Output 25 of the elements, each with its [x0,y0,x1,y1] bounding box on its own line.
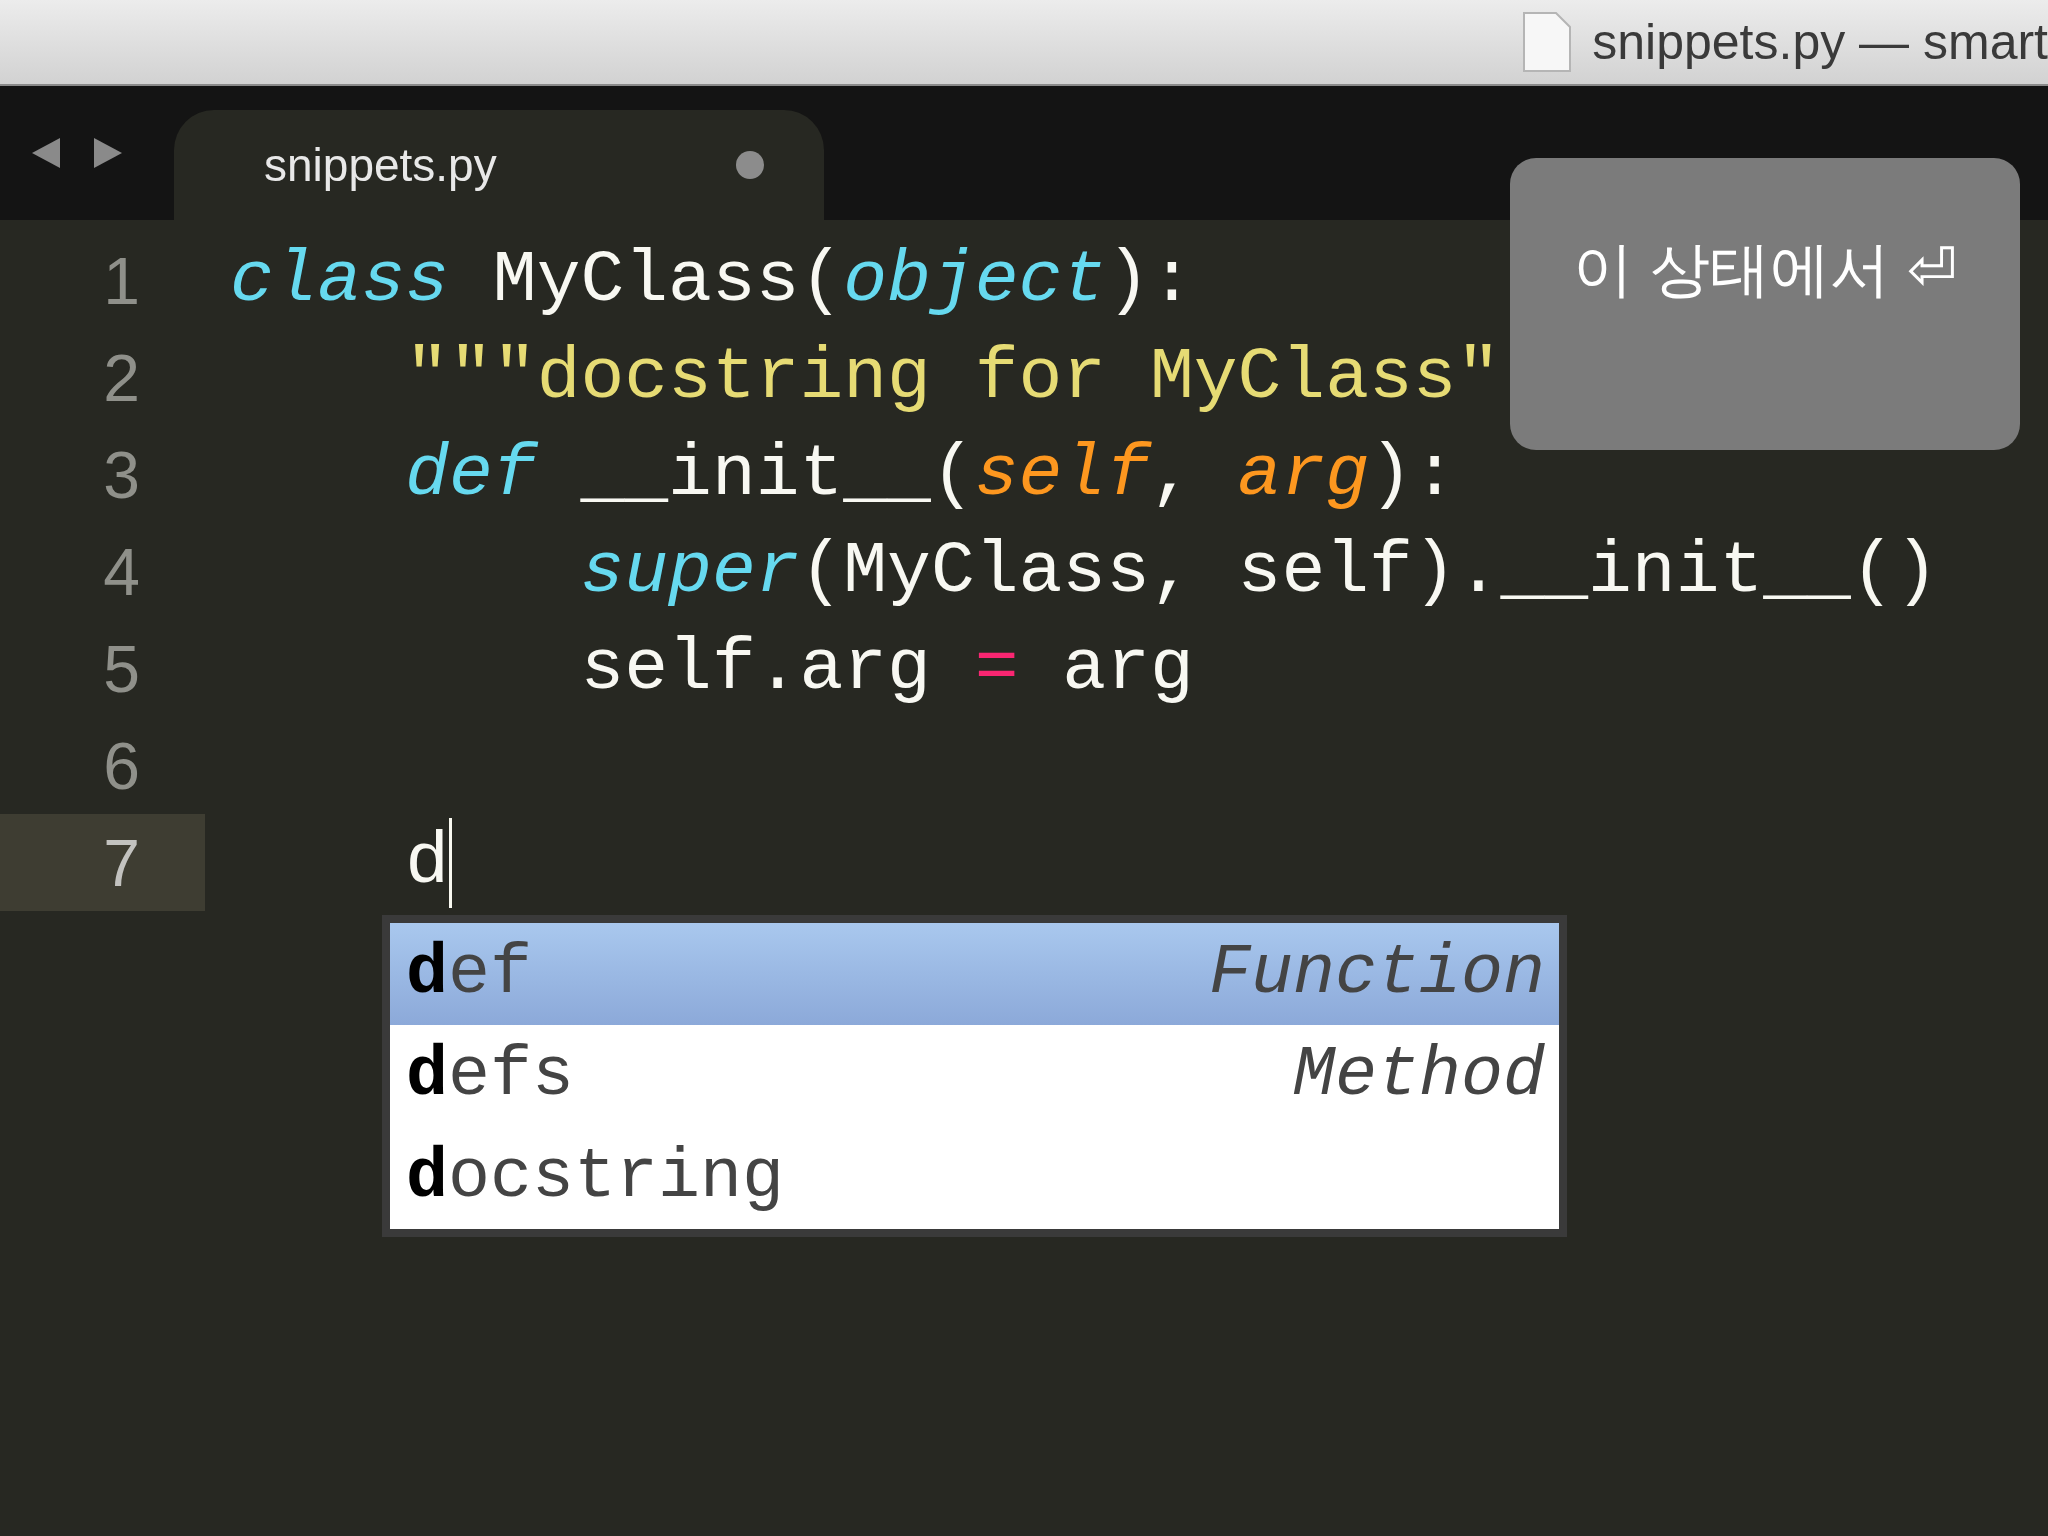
completion-item[interactable]: def Function [390,923,1559,1025]
line-number: 5 [103,635,140,702]
completion-label: def [406,939,533,1009]
completion-type: Function [1208,939,1545,1009]
editor-tab[interactable]: snippets.py [174,110,824,220]
caption-text: 이 상태에서 ⏎ [1573,240,1957,305]
line-number: 6 [103,732,140,799]
line-number: 2 [103,344,140,411]
completion-type: Method [1292,1041,1545,1111]
line-number: 4 [103,538,140,605]
completion-label: docstring [406,1143,785,1213]
document-icon [1522,11,1573,73]
code-line: self.arg = arg [579,632,1194,705]
line-number: 1 [103,247,140,314]
code-line: class MyClass(object): [230,244,1194,317]
code-line: """docstring for MyClass" [404,341,1501,414]
code-line: super(MyClass, self).__init__() [579,535,1939,608]
line-number: 3 [103,441,140,508]
code-line: def __init__(self, arg): [404,438,1457,511]
line-number: 7 [103,829,140,896]
forward-arrow-icon[interactable] [92,136,124,170]
completion-label: defs [406,1041,575,1111]
code-line: d [404,826,450,899]
window-title: snippets.py — smart [1592,17,2048,67]
back-arrow-icon[interactable] [30,136,62,170]
